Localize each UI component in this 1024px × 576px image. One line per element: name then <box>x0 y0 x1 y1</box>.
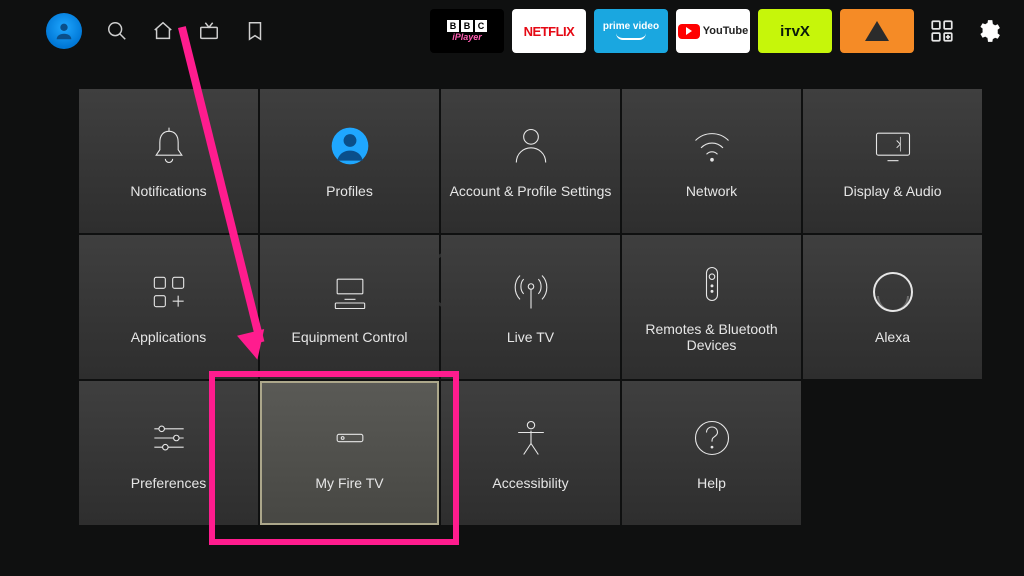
tile-display-audio[interactable]: Display & Audio <box>803 89 982 233</box>
person-icon <box>509 123 553 169</box>
tile-label: Notifications <box>130 183 206 199</box>
app-prime-video[interactable]: prime video <box>594 9 668 53</box>
tile-label: Help <box>697 475 726 491</box>
tile-applications[interactable]: Applications <box>79 235 258 379</box>
tile-accessibility[interactable]: Accessibility <box>441 381 620 525</box>
app-netflix[interactable]: NETFLIX <box>512 9 586 53</box>
device-icon <box>328 415 372 461</box>
app-unnamed-orange[interactable] <box>840 9 914 53</box>
tile-label: My Fire TV <box>315 475 383 491</box>
accessibility-icon <box>509 415 553 461</box>
top-nav-bar: BBC iPlayer NETFLIX prime video YouTube … <box>0 0 1024 62</box>
apps-grid-icon[interactable] <box>924 13 960 49</box>
tile-label: Applications <box>131 329 207 345</box>
help-icon <box>690 415 734 461</box>
tile-my-fire-tv[interactable]: My Fire TV <box>260 381 439 525</box>
bell-icon <box>147 123 191 169</box>
tile-label: Display & Audio <box>843 183 941 199</box>
tile-equipment-control[interactable]: Equipment Control <box>260 235 439 379</box>
tile-alexa[interactable]: Alexa <box>803 235 982 379</box>
profile-avatar[interactable] <box>46 13 82 49</box>
tile-account-profile-settings[interactable]: Account & Profile Settings <box>441 89 620 233</box>
display-icon <box>871 123 915 169</box>
tile-profiles[interactable]: Profiles <box>260 89 439 233</box>
tile-preferences[interactable]: Preferences <box>79 381 258 525</box>
antenna-icon <box>509 269 553 315</box>
tile-label: Accessibility <box>492 475 568 491</box>
nav-icon-row <box>46 13 266 49</box>
settings-gear-icon[interactable] <box>970 13 1006 49</box>
live-tv-icon[interactable] <box>198 20 220 42</box>
tile-label: Profiles <box>326 183 373 199</box>
tile-remotes-bluetooth[interactable]: Remotes & Bluetooth Devices <box>622 235 801 379</box>
tile-label: Live TV <box>507 329 554 345</box>
equipment-icon <box>328 269 372 315</box>
home-icon[interactable] <box>152 20 174 42</box>
app-itvx[interactable]: iᴛᴠX <box>758 9 832 53</box>
app-bbc-iplayer[interactable]: BBC iPlayer <box>430 9 504 53</box>
tile-label: Alexa <box>875 329 910 345</box>
sliders-icon <box>147 415 191 461</box>
app-youtube[interactable]: YouTube <box>676 9 750 53</box>
tile-label: Account & Profile Settings <box>450 183 612 199</box>
app-shortcut-row: BBC iPlayer NETFLIX prime video YouTube … <box>430 9 914 53</box>
alexa-icon <box>873 269 913 315</box>
tile-label: Preferences <box>131 475 206 491</box>
apps-icon <box>147 269 191 315</box>
wifi-icon <box>690 123 734 169</box>
tile-live-tv[interactable]: Live TV <box>441 235 620 379</box>
bookmark-icon[interactable] <box>244 20 266 42</box>
tile-label: Network <box>686 183 737 199</box>
tile-label: Equipment Control <box>292 329 408 345</box>
search-icon[interactable] <box>106 20 128 42</box>
tile-help[interactable]: Help <box>622 381 801 525</box>
tile-label: Remotes & Bluetooth Devices <box>628 321 795 353</box>
tile-network[interactable]: Network <box>622 89 801 233</box>
profile-avatar-icon <box>328 123 372 169</box>
remote-icon <box>690 261 734 307</box>
